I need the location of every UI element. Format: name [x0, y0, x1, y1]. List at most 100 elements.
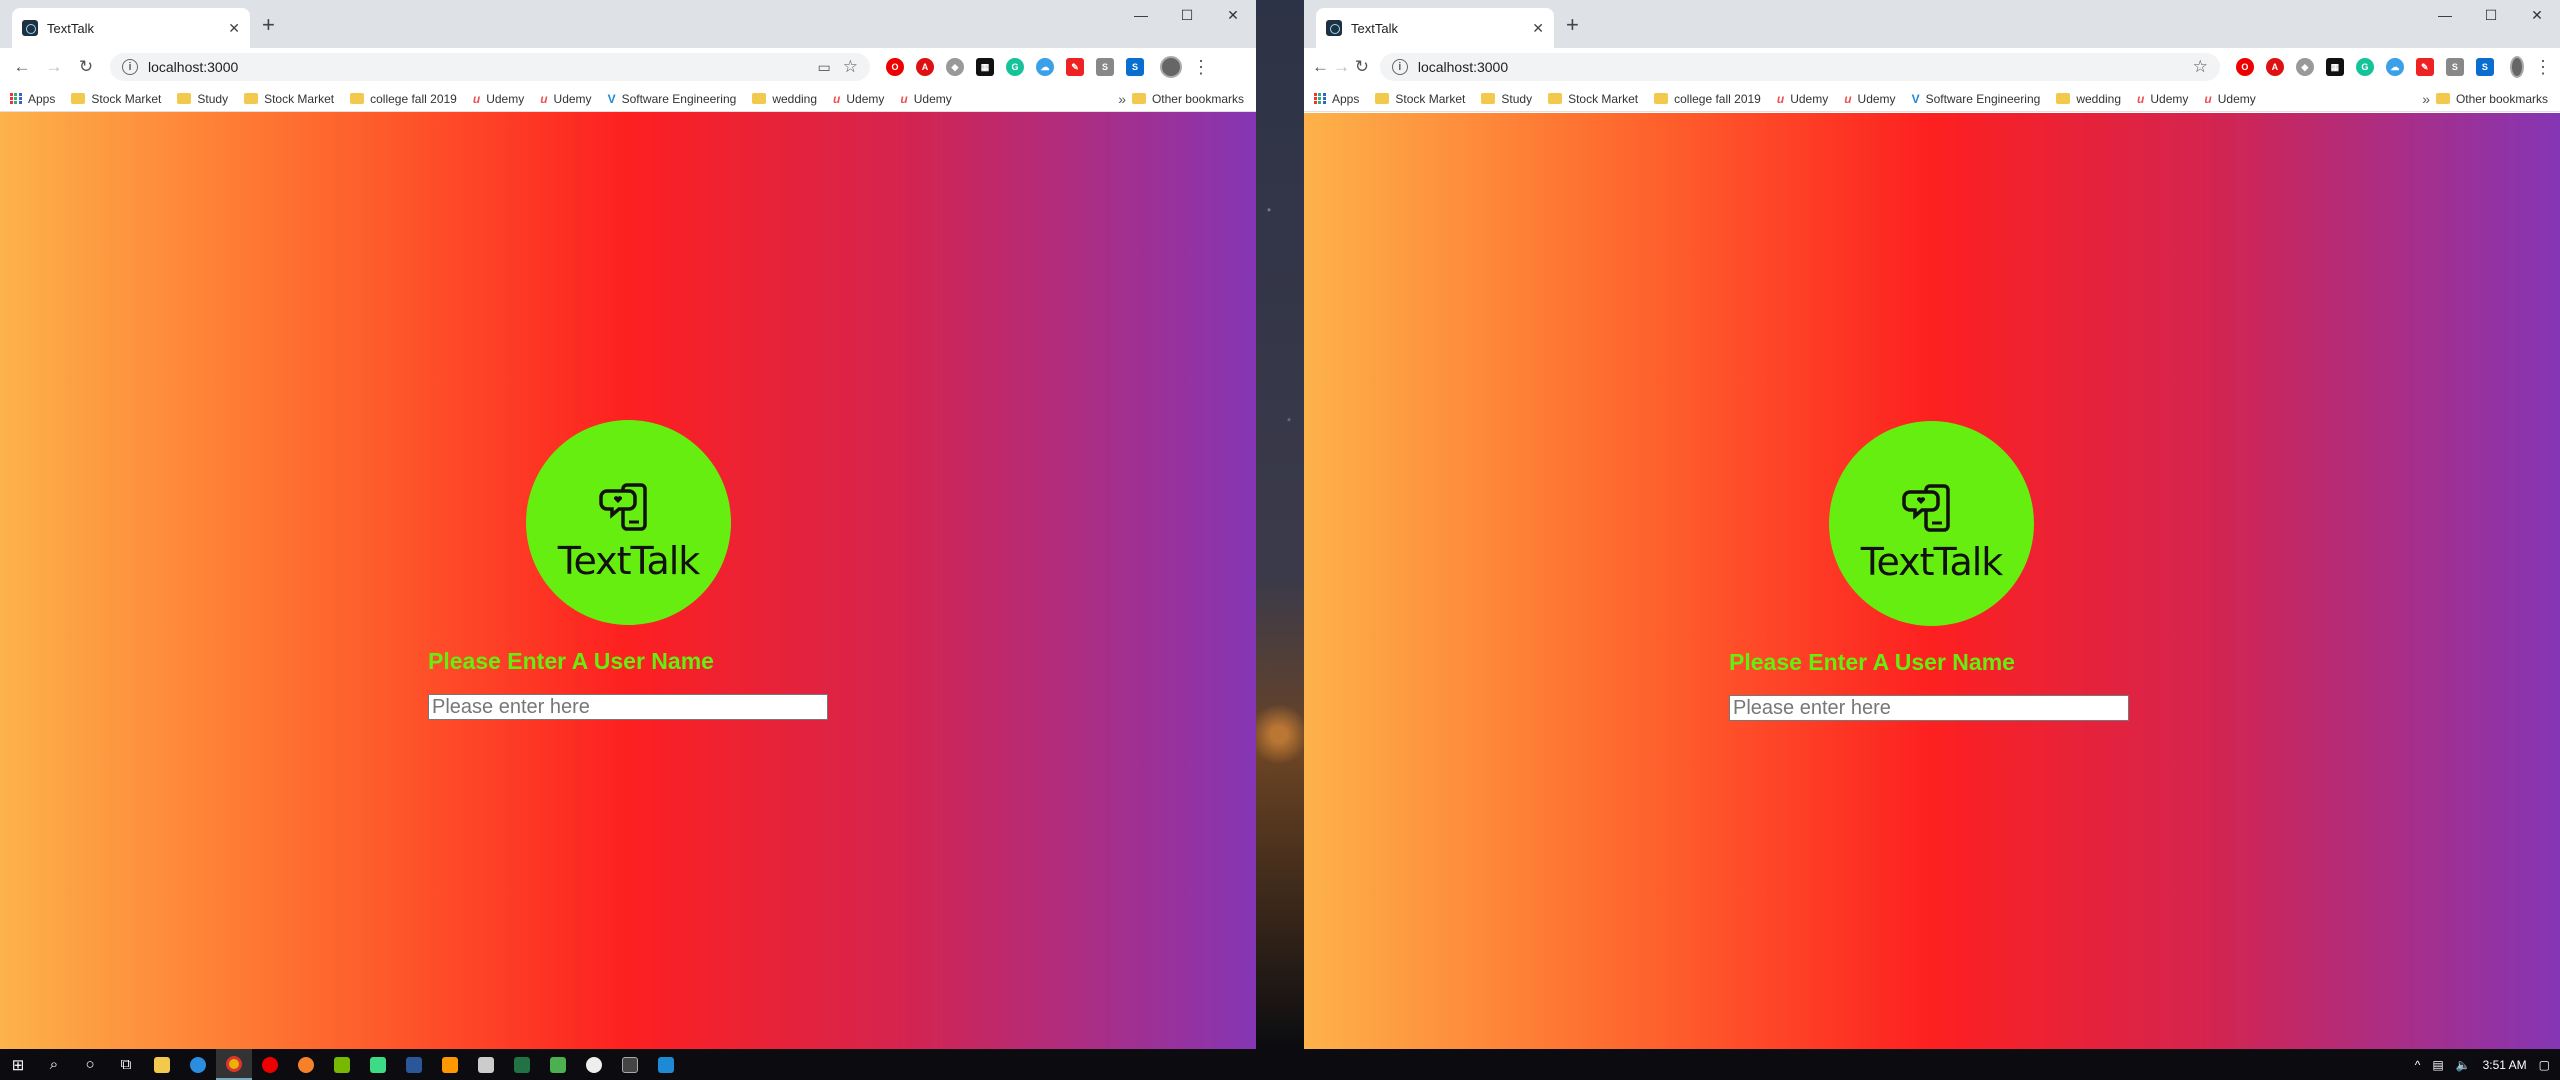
new-tab-plus-icon[interactable]: + — [262, 12, 275, 38]
excel-icon[interactable] — [504, 1049, 540, 1080]
s-blue-extension-icon[interactable]: S — [2475, 58, 2494, 76]
address-bar[interactable]: i localhost:3000 ☆ — [1379, 53, 2220, 81]
network-icon[interactable]: ▤ — [2432, 1058, 2443, 1072]
opera-icon[interactable] — [252, 1049, 288, 1080]
username-input[interactable] — [1729, 695, 2129, 721]
bookmark-apps[interactable]: Apps — [1314, 92, 1359, 106]
edge-icon[interactable] — [180, 1049, 216, 1080]
close-tab-icon[interactable]: ✕ — [1532, 20, 1544, 37]
tab-texttalk[interactable]: TextTalk ✕ — [1316, 8, 1554, 48]
bookmark-wedding[interactable]: wedding — [752, 92, 817, 106]
opera-extension-icon[interactable]: O — [2235, 58, 2254, 76]
bookmark-udemy[interactable]: u Udemy — [900, 92, 951, 106]
shield-extension-icon[interactable]: ◆ — [2295, 58, 2314, 76]
android-studio-icon[interactable] — [360, 1049, 396, 1080]
star-icon[interactable]: ☆ — [2193, 57, 2208, 77]
file-explorer-icon[interactable] — [144, 1049, 180, 1080]
bookmark-study[interactable]: Study — [1481, 92, 1532, 106]
minimize-icon[interactable]: — — [2422, 0, 2468, 30]
cast-icon[interactable]: ▭ — [818, 59, 831, 76]
menu-dots-icon[interactable]: ⋮ — [2534, 57, 2552, 78]
unity-icon[interactable] — [468, 1049, 504, 1080]
bookmark-udemy[interactable]: u Udemy — [1844, 92, 1895, 106]
reload-icon[interactable]: ↻ — [72, 53, 100, 81]
grid-extension-icon[interactable]: ▦ — [976, 58, 994, 76]
info-icon[interactable]: i — [1391, 59, 1408, 75]
back-icon[interactable]: ← — [8, 53, 36, 81]
address-bar[interactable]: i localhost:3000 ▭ ☆ — [110, 53, 870, 81]
shield-extension-icon[interactable]: ◆ — [946, 58, 964, 76]
bookmark-udemy[interactable]: u Udemy — [833, 92, 884, 106]
maximize-icon[interactable]: ☐ — [2468, 0, 2514, 30]
bookmark-stock-market[interactable]: Stock Market — [71, 92, 161, 106]
s-blue-extension-icon[interactable]: S — [1126, 58, 1144, 76]
bookmark-college[interactable]: college fall 2019 — [1654, 92, 1761, 106]
bookmark-college[interactable]: college fall 2019 — [350, 92, 457, 106]
bookmark-stock-market[interactable]: Stock Market — [1375, 92, 1465, 106]
bookmark-study[interactable]: Study — [177, 92, 228, 106]
reload-icon[interactable]: ↻ — [1354, 53, 1370, 81]
bookmark-label: Udemy — [846, 91, 885, 106]
bookmark-udemy[interactable]: u Udemy — [1777, 92, 1828, 106]
grammarly-extension-icon[interactable]: G — [2355, 58, 2374, 76]
tray-chevron-icon[interactable]: ^ — [2415, 1058, 2421, 1072]
clock[interactable]: 3:51 AM — [2483, 1058, 2527, 1072]
tab-texttalk[interactable]: TextTalk ✕ — [12, 8, 250, 48]
more-bookmarks-chevron[interactable]: » — [2422, 91, 2430, 107]
bookmark-udemy[interactable]: u Udemy — [540, 92, 591, 106]
username-input[interactable] — [428, 694, 828, 720]
cloud-extension-icon[interactable]: ☁ — [1036, 58, 1054, 76]
chat-app-icon[interactable] — [576, 1049, 612, 1080]
adblock-extension-icon[interactable]: A — [2265, 58, 2284, 76]
volume-icon[interactable]: 🔈 — [2456, 1058, 2471, 1072]
task-view-icon[interactable]: ⧉ — [108, 1049, 144, 1080]
app-green-icon[interactable] — [540, 1049, 576, 1080]
menu-dots-icon[interactable]: ⋮ — [1192, 57, 1210, 78]
notification-icon[interactable]: ▢ — [2539, 1058, 2550, 1072]
maximize-icon[interactable]: ☐ — [1164, 0, 1210, 30]
nvidia-icon[interactable] — [324, 1049, 360, 1080]
bookmark-udemy[interactable]: u Udemy — [473, 92, 524, 106]
opera-extension-icon[interactable]: O — [886, 58, 904, 76]
bookmark-udemy[interactable]: u Udemy — [2137, 92, 2188, 106]
sublime-icon[interactable] — [432, 1049, 468, 1080]
more-bookmarks-chevron[interactable]: » — [1118, 91, 1126, 107]
star-icon[interactable]: ☆ — [843, 57, 858, 77]
profile-avatar[interactable] — [2509, 56, 2524, 78]
vscode-icon[interactable] — [648, 1049, 684, 1080]
close-window-icon[interactable]: ✕ — [2514, 0, 2560, 30]
bookmark-other[interactable]: Other bookmarks — [1131, 92, 1244, 106]
profile-avatar[interactable] — [1160, 56, 1182, 78]
close-window-icon[interactable]: ✕ — [1210, 0, 1256, 30]
bookmark-other[interactable]: Other bookmarks — [2435, 92, 2548, 106]
windows-start-icon[interactable]: ⊞ — [0, 1049, 36, 1080]
grammarly-extension-icon[interactable]: G — [1006, 58, 1024, 76]
cortana-icon[interactable]: ○ — [72, 1049, 108, 1080]
pdf-extension-icon[interactable]: ✎ — [2415, 58, 2434, 76]
close-tab-icon[interactable]: ✕ — [228, 20, 240, 37]
bookmark-wedding[interactable]: wedding — [2056, 92, 2121, 106]
bookmark-udemy[interactable]: u Udemy — [2204, 92, 2255, 106]
bookmark-apps[interactable]: Apps — [10, 92, 55, 106]
search-icon[interactable]: ⌕ — [36, 1049, 72, 1080]
word-icon[interactable] — [396, 1049, 432, 1080]
bookmark-software-engineering[interactable]: V Software Engineering — [608, 92, 737, 106]
s-extension-icon[interactable]: S — [2445, 58, 2464, 76]
forward-icon[interactable]: → — [1333, 53, 1350, 81]
info-icon[interactable]: i — [122, 59, 138, 75]
minimize-icon[interactable]: — — [1118, 0, 1164, 30]
pdf-extension-icon[interactable]: ✎ — [1066, 58, 1084, 76]
new-tab-plus-icon[interactable]: + — [1566, 12, 1579, 38]
terminal-icon[interactable] — [612, 1049, 648, 1080]
grid-extension-icon[interactable]: ▦ — [2325, 58, 2344, 76]
s-extension-icon[interactable]: S — [1096, 58, 1114, 76]
cloud-extension-icon[interactable]: ☁ — [2385, 58, 2404, 76]
bookmark-software-engineering[interactable]: V Software Engineering — [1912, 92, 2041, 106]
back-icon[interactable]: ← — [1312, 53, 1329, 81]
firefox-icon[interactable] — [288, 1049, 324, 1080]
chrome-icon[interactable] — [216, 1049, 252, 1080]
bookmark-stock-market-2[interactable]: Stock Market — [244, 92, 334, 106]
adblock-extension-icon[interactable]: A — [916, 58, 934, 76]
bookmark-stock-market-2[interactable]: Stock Market — [1548, 92, 1638, 106]
forward-icon[interactable]: → — [40, 53, 68, 81]
